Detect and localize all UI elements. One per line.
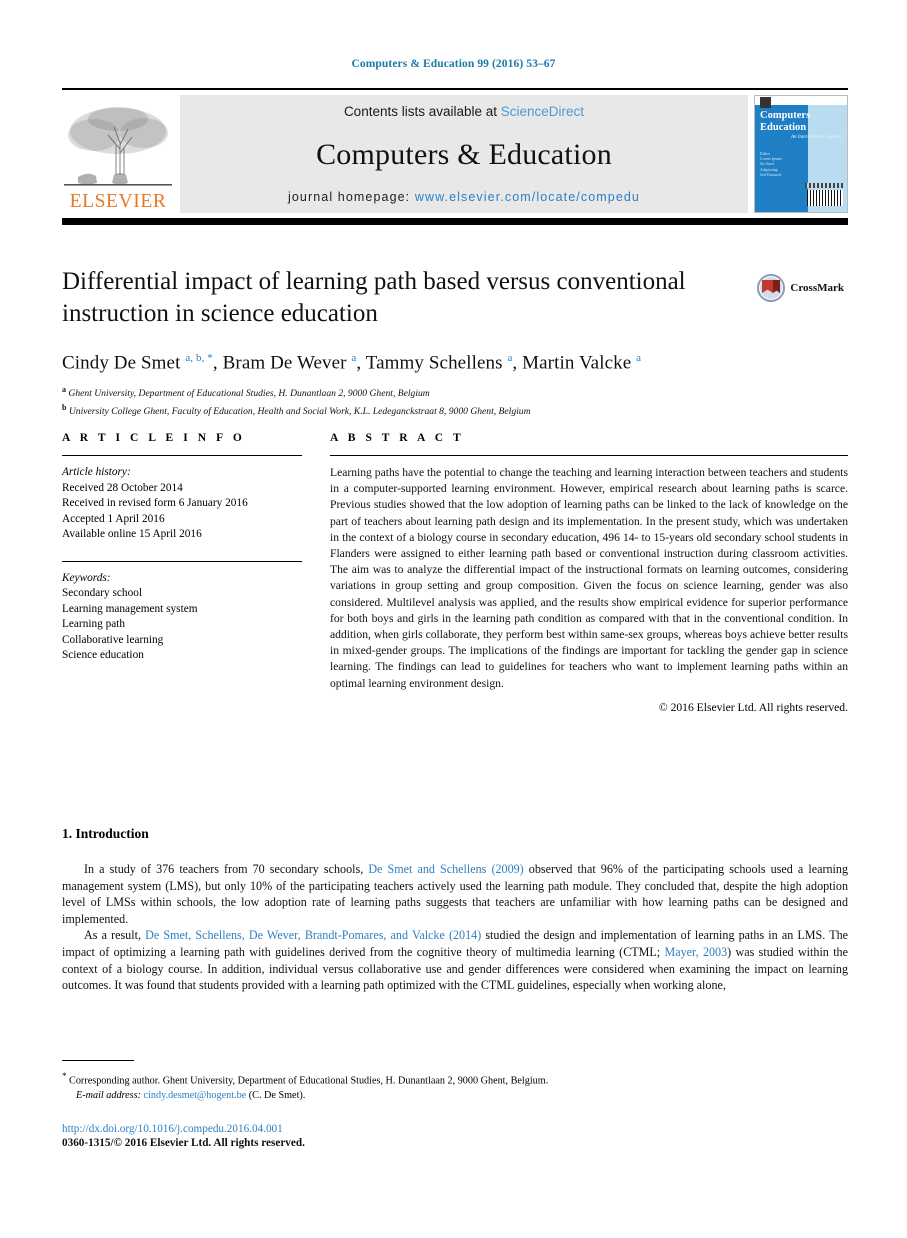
title-block: Differential impact of learning path bas… xyxy=(62,266,848,418)
introduction-heading: 1. Introduction xyxy=(62,826,149,841)
running-head: Computers & Education 99 (2016) 53–67 xyxy=(351,58,556,70)
affiliation-line: a Ghent University, Department of Educat… xyxy=(62,385,430,400)
footnote-rule xyxy=(62,1060,134,1061)
history-item: Available online 15 April 2016 xyxy=(62,528,202,540)
affiliation-line: b University College Ghent, Faculty of E… xyxy=(62,402,531,417)
crossmark-icon xyxy=(757,274,786,302)
page-footer: * Corresponding author. Ghent University… xyxy=(62,1060,848,1103)
history-lines: Received 28 October 2014 Received in revi… xyxy=(62,481,302,543)
cover-publisher-icon xyxy=(760,97,771,108)
keyword-item: Collaborative learning xyxy=(62,633,164,646)
homepage-prefix: journal homepage: xyxy=(288,190,415,204)
sciencedirect-link[interactable]: ScienceDirect xyxy=(501,104,584,119)
history-label: Article history: xyxy=(62,466,131,478)
history-item: Received 28 October 2014 xyxy=(62,481,183,494)
keywords-label: Keywords: xyxy=(62,571,111,584)
email-note: E-mail address: cindy.desmet@hogent.be (… xyxy=(76,1089,848,1103)
cover-subtitle: An International Journal xyxy=(791,135,841,140)
citation-link[interactable]: Mayer, 2003 xyxy=(665,945,728,959)
author-list: Cindy De Smet a, b, *, Bram De Wever a, … xyxy=(62,352,642,374)
cover-issn-strip xyxy=(805,183,843,188)
cover-title: Computers Education xyxy=(760,110,810,133)
crossmark-badge[interactable]: CrossMark xyxy=(757,274,844,302)
issn-copyright: 0360-1315/© 2016 Elsevier Ltd. All right… xyxy=(62,1137,305,1149)
introduction-paragraph-2: As a result, De Smet, Schellens, De Weve… xyxy=(62,928,848,993)
email-suffix: (C. De Smet). xyxy=(246,1089,306,1101)
affiliation-marker: a xyxy=(62,385,66,395)
keyword-item: Secondary school xyxy=(62,587,142,599)
crossmark-label: CrossMark xyxy=(790,282,844,294)
elsevier-tree-icon xyxy=(64,106,172,186)
email-link[interactable]: cindy.desmet@hogent.be xyxy=(144,1090,247,1101)
cover-editor-list: Editor Lorem Ipsum Sit Amet Adipiscing Sed E… xyxy=(760,151,782,177)
contents-line: Contents lists available at ScienceDirec… xyxy=(344,104,584,119)
article-page: Computers & Education 99 (2016) 53–67 EL… xyxy=(0,0,907,1238)
abstract-copyright: © 2016 Elsevier Ltd. All rights reserved… xyxy=(658,700,848,714)
masthead-bottom-rule xyxy=(62,218,848,225)
cover-title-line1: Computers xyxy=(760,110,811,121)
citation-link[interactable]: De Smet, Schellens, De Wever, Brandt-Pom… xyxy=(145,928,481,942)
keyword-item: Learning management system xyxy=(62,602,198,615)
article-info-block: A R T I C L E I N F O Article history: R… xyxy=(62,432,302,664)
elsevier-logo: ELSEVIER xyxy=(62,95,174,213)
article-info-rule xyxy=(62,455,302,456)
introduction-section: 1. Introduction In a study of 376 teache… xyxy=(62,826,848,994)
abstract-block: A B S T R A C T Learning paths have the … xyxy=(330,432,848,714)
keyword-lines: Secondary school Learning management syst… xyxy=(62,586,302,664)
elsevier-wordmark: ELSEVIER xyxy=(69,190,167,212)
email-label: E-mail address: xyxy=(76,1089,141,1101)
cover-title-line2: Education xyxy=(760,121,807,133)
abstract-heading: A B S T R A C T xyxy=(330,432,465,444)
affiliation-list: a Ghent University, Department of Educat… xyxy=(62,383,848,417)
citation-link[interactable]: De Smet and Schellens (2009) xyxy=(368,862,523,876)
journal-masthead: ELSEVIER Contents lists available at Sci… xyxy=(62,88,848,225)
doi-link[interactable]: http://dx.doi.org/10.1016/j.compedu.2016… xyxy=(62,1122,283,1137)
abstract-rule xyxy=(330,455,848,456)
homepage-link[interactable]: www.elsevier.com/locate/compedu xyxy=(415,190,640,204)
journal-cover-thumbnail: Computers Education An International Jou… xyxy=(754,95,848,213)
keywords-rule xyxy=(62,560,302,562)
page-title: Differential impact of learning path bas… xyxy=(62,268,686,327)
journal-homepage-line: journal homepage: www.elsevier.com/locat… xyxy=(288,190,640,204)
masthead-top-rule xyxy=(62,88,848,90)
affiliation-marker: b xyxy=(62,402,67,412)
introduction-paragraph-1: In a study of 376 teachers from 70 secon… xyxy=(62,862,848,926)
corresponding-author-note: * Corresponding author. Ghent University… xyxy=(62,1069,848,1089)
history-item: Accepted 1 April 2016 xyxy=(62,512,165,525)
history-item: Received in revised form 6 January 2016 xyxy=(62,497,248,509)
cover-barcode xyxy=(807,190,843,206)
keyword-item: Learning path xyxy=(62,618,126,630)
corresponding-text: Corresponding author. Ghent University, … xyxy=(66,1075,549,1087)
abstract-text: Learning paths have the potential to cha… xyxy=(330,466,848,690)
journal-banner: Contents lists available at ScienceDirec… xyxy=(180,95,748,213)
article-info-heading: A R T I C L E I N F O xyxy=(62,432,246,444)
journal-title: Computers & Education xyxy=(316,137,612,171)
keyword-item: Science education xyxy=(62,649,144,661)
contents-prefix: Contents lists available at xyxy=(343,104,501,119)
